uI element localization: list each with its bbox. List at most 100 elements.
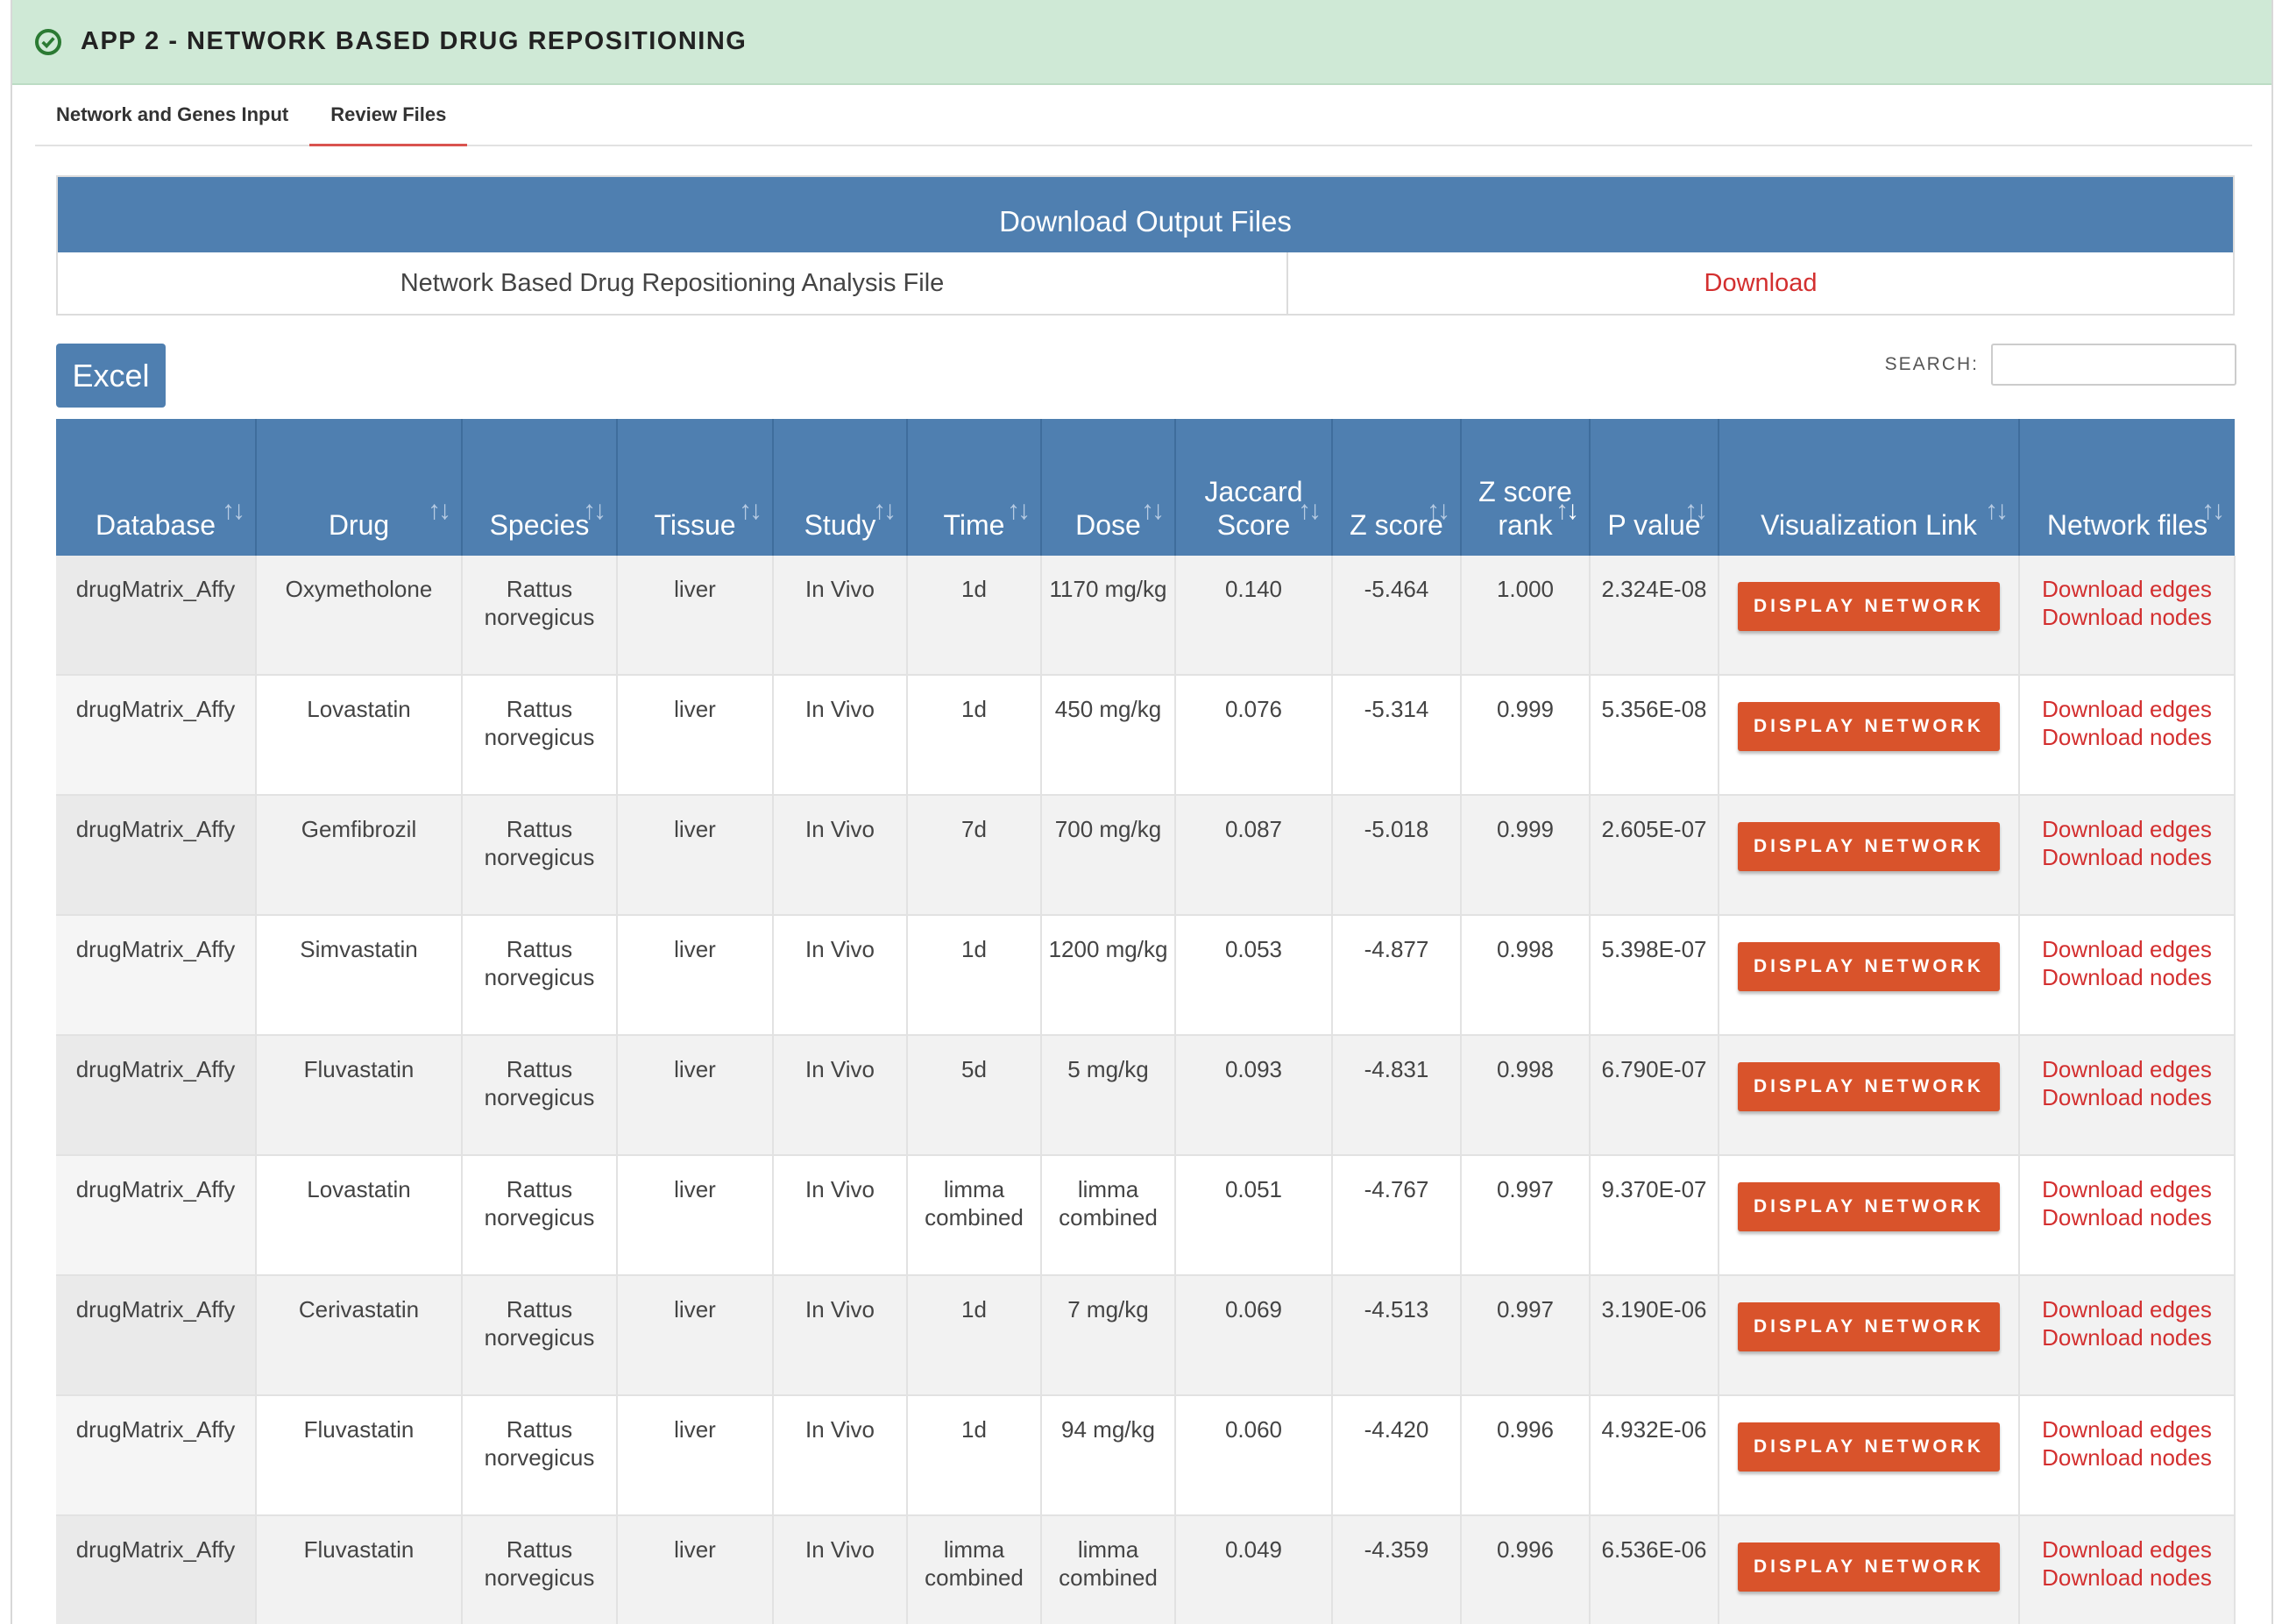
cell-dose: 700 mg/kg — [1041, 795, 1176, 916]
display-network-button[interactable]: DISPLAY NETWORK — [1737, 1302, 2001, 1351]
download-nodes-link[interactable]: Download nodes — [2021, 1083, 2233, 1111]
cell-z-score-rank: 0.999 — [1461, 675, 1591, 796]
download-edges-link[interactable]: Download edges — [2021, 1415, 2233, 1443]
download-edges-link[interactable]: Download edges — [2021, 695, 2233, 723]
cell-network-files: Download edges Download nodes — [2019, 556, 2236, 676]
sort-icon[interactable]: ↑↓ — [1007, 494, 1031, 528]
download-nodes-link[interactable]: Download nodes — [2021, 1203, 2233, 1231]
cell-tissue: liver — [617, 1035, 774, 1156]
cell-tissue: liver — [617, 556, 774, 676]
cell-study: In Vivo — [773, 1155, 908, 1276]
cell-network-files: Download edges Download nodes — [2019, 1395, 2236, 1516]
cell-network-files: Download edges Download nodes — [2019, 915, 2236, 1036]
display-network-button[interactable]: DISPLAY NETWORK — [1737, 1182, 2001, 1231]
sort-icon[interactable]: ↑↓ — [1985, 494, 2009, 528]
column-header-label: Drug — [328, 509, 390, 541]
cell-drug: Fluvastatin — [256, 1515, 463, 1624]
cell-dose: 5 mg/kg — [1041, 1035, 1176, 1156]
cell-z-score: -4.513 — [1332, 1275, 1462, 1396]
column-header-label: Visualization Link — [1761, 509, 1977, 541]
sort-icon[interactable]: ↑↓ — [428, 494, 451, 528]
excel-export-button[interactable]: Excel — [56, 344, 166, 408]
download-nodes-link[interactable]: Download nodes — [2021, 723, 2233, 751]
display-network-button[interactable]: DISPLAY NETWORK — [1737, 1542, 2001, 1592]
column-header-z-score-rank[interactable]: Z score rank ↑↓ — [1461, 419, 1591, 556]
table-row: drugMatrix_Affy Lovastatin Rattus norvegic… — [56, 1155, 2236, 1276]
cell-drug: Oxymetholone — [256, 556, 463, 676]
download-edges-link[interactable]: Download edges — [2021, 1175, 2233, 1203]
cell-z-score-rank: 0.998 — [1461, 1035, 1591, 1156]
column-header-label: Database — [96, 509, 216, 541]
cell-network-files: Download edges Download nodes — [2019, 675, 2236, 796]
sort-icon[interactable]: ↑↓ — [583, 494, 606, 528]
cell-network-files: Download edges Download nodes — [2019, 795, 2236, 916]
cell-drug: Simvastatin — [256, 915, 463, 1036]
cell-dose: 1200 mg/kg — [1041, 915, 1176, 1036]
sort-icon[interactable]: ↑↓ — [1298, 494, 1322, 528]
search-input[interactable] — [1991, 344, 2236, 386]
tab-network-input[interactable]: Network and Genes Input — [35, 85, 309, 145]
download-edges-link[interactable]: Download edges — [2021, 1535, 2233, 1564]
cell-z-score: -4.767 — [1332, 1155, 1462, 1276]
display-network-button[interactable]: DISPLAY NETWORK — [1737, 1422, 2001, 1472]
column-header-dose[interactable]: Dose ↑↓ — [1041, 419, 1176, 556]
cell-tissue: liver — [617, 915, 774, 1036]
sort-icon[interactable]: ↑↓ — [739, 494, 762, 528]
column-header-visualization-link[interactable]: Visualization Link ↑↓ — [1719, 419, 2020, 556]
sort-icon[interactable]: ↑↓ — [873, 494, 896, 528]
column-header-network-files[interactable]: Network files ↑↓ — [2019, 419, 2235, 556]
cell-database: drugMatrix_Affy — [56, 1275, 257, 1396]
sort-icon[interactable]: ↑↓ — [1141, 494, 1165, 528]
sort-icon[interactable]: ↑↓ — [1556, 494, 1579, 528]
cell-z-score-rank: 0.996 — [1461, 1395, 1591, 1516]
download-nodes-link[interactable]: Download nodes — [2021, 603, 2233, 631]
cell-dose: 1170 mg/kg — [1041, 556, 1176, 676]
cell-dose: limma combined — [1041, 1155, 1176, 1276]
download-nodes-link[interactable]: Download nodes — [2021, 963, 2233, 991]
cell-drug: Cerivastatin — [256, 1275, 463, 1396]
sort-icon[interactable]: ↑↓ — [222, 494, 245, 528]
cell-visualization-link: DISPLAY NETWORK — [1719, 675, 2020, 796]
cell-drug: Fluvastatin — [256, 1035, 463, 1156]
download-edges-link[interactable]: Download edges — [2021, 1055, 2233, 1083]
cell-z-score-rank: 0.998 — [1461, 915, 1591, 1036]
cell-network-files: Download edges Download nodes — [2019, 1035, 2236, 1156]
download-edges-link[interactable]: Download edges — [2021, 575, 2233, 603]
download-nodes-link[interactable]: Download nodes — [2021, 1323, 2233, 1351]
column-header-drug[interactable]: Drug ↑↓ — [256, 419, 463, 556]
sort-icon[interactable]: ↑↓ — [1427, 494, 1450, 528]
download-nodes-link[interactable]: Download nodes — [2021, 1443, 2233, 1472]
column-header-species[interactable]: Species ↑↓ — [462, 419, 618, 556]
cell-dose: limma combined — [1041, 1515, 1176, 1624]
sort-icon[interactable]: ↑↓ — [2201, 494, 2225, 528]
tab-review-files[interactable]: Review Files — [309, 85, 468, 146]
column-header-time[interactable]: Time ↑↓ — [907, 419, 1042, 556]
cell-z-score: -5.464 — [1332, 556, 1462, 676]
display-network-button[interactable]: DISPLAY NETWORK — [1737, 1062, 2001, 1111]
download-edges-link[interactable]: Download edges — [2021, 1295, 2233, 1323]
column-header-label: Species — [489, 509, 590, 541]
column-header-tissue[interactable]: Tissue ↑↓ — [617, 419, 774, 556]
download-edges-link[interactable]: Download edges — [2021, 815, 2233, 843]
sort-icon[interactable]: ↑↓ — [1684, 494, 1708, 528]
column-header-jaccard-score[interactable]: Jaccard Score ↑↓ — [1175, 419, 1333, 556]
display-network-button[interactable]: DISPLAY NETWORK — [1737, 702, 2001, 751]
cell-species: Rattus norvegicus — [462, 1035, 618, 1156]
display-network-button[interactable]: DISPLAY NETWORK — [1737, 582, 2001, 631]
cell-database: drugMatrix_Affy — [56, 1515, 257, 1624]
download-nodes-link[interactable]: Download nodes — [2021, 1564, 2233, 1592]
column-header-z-score[interactable]: Z score ↑↓ — [1332, 419, 1462, 556]
cell-p-value: 9.370E-07 — [1590, 1155, 1719, 1276]
column-header-p-value[interactable]: P value ↑↓ — [1590, 419, 1719, 556]
cell-z-score-rank: 0.997 — [1461, 1275, 1591, 1396]
download-edges-link[interactable]: Download edges — [2021, 935, 2233, 963]
download-link[interactable]: Download — [1288, 252, 2233, 314]
display-network-button[interactable]: DISPLAY NETWORK — [1737, 942, 2001, 991]
display-network-button[interactable]: DISPLAY NETWORK — [1737, 822, 2001, 871]
column-header-study[interactable]: Study ↑↓ — [773, 419, 908, 556]
cell-jaccard-score: 0.053 — [1175, 915, 1333, 1036]
download-nodes-link[interactable]: Download nodes — [2021, 843, 2233, 871]
cell-p-value: 2.324E-08 — [1590, 556, 1719, 676]
column-header-database[interactable]: Database ↑↓ — [56, 419, 257, 556]
panel-header: APP 2 - NETWORK BASED DRUG REPOSITIONING — [12, 0, 2271, 85]
